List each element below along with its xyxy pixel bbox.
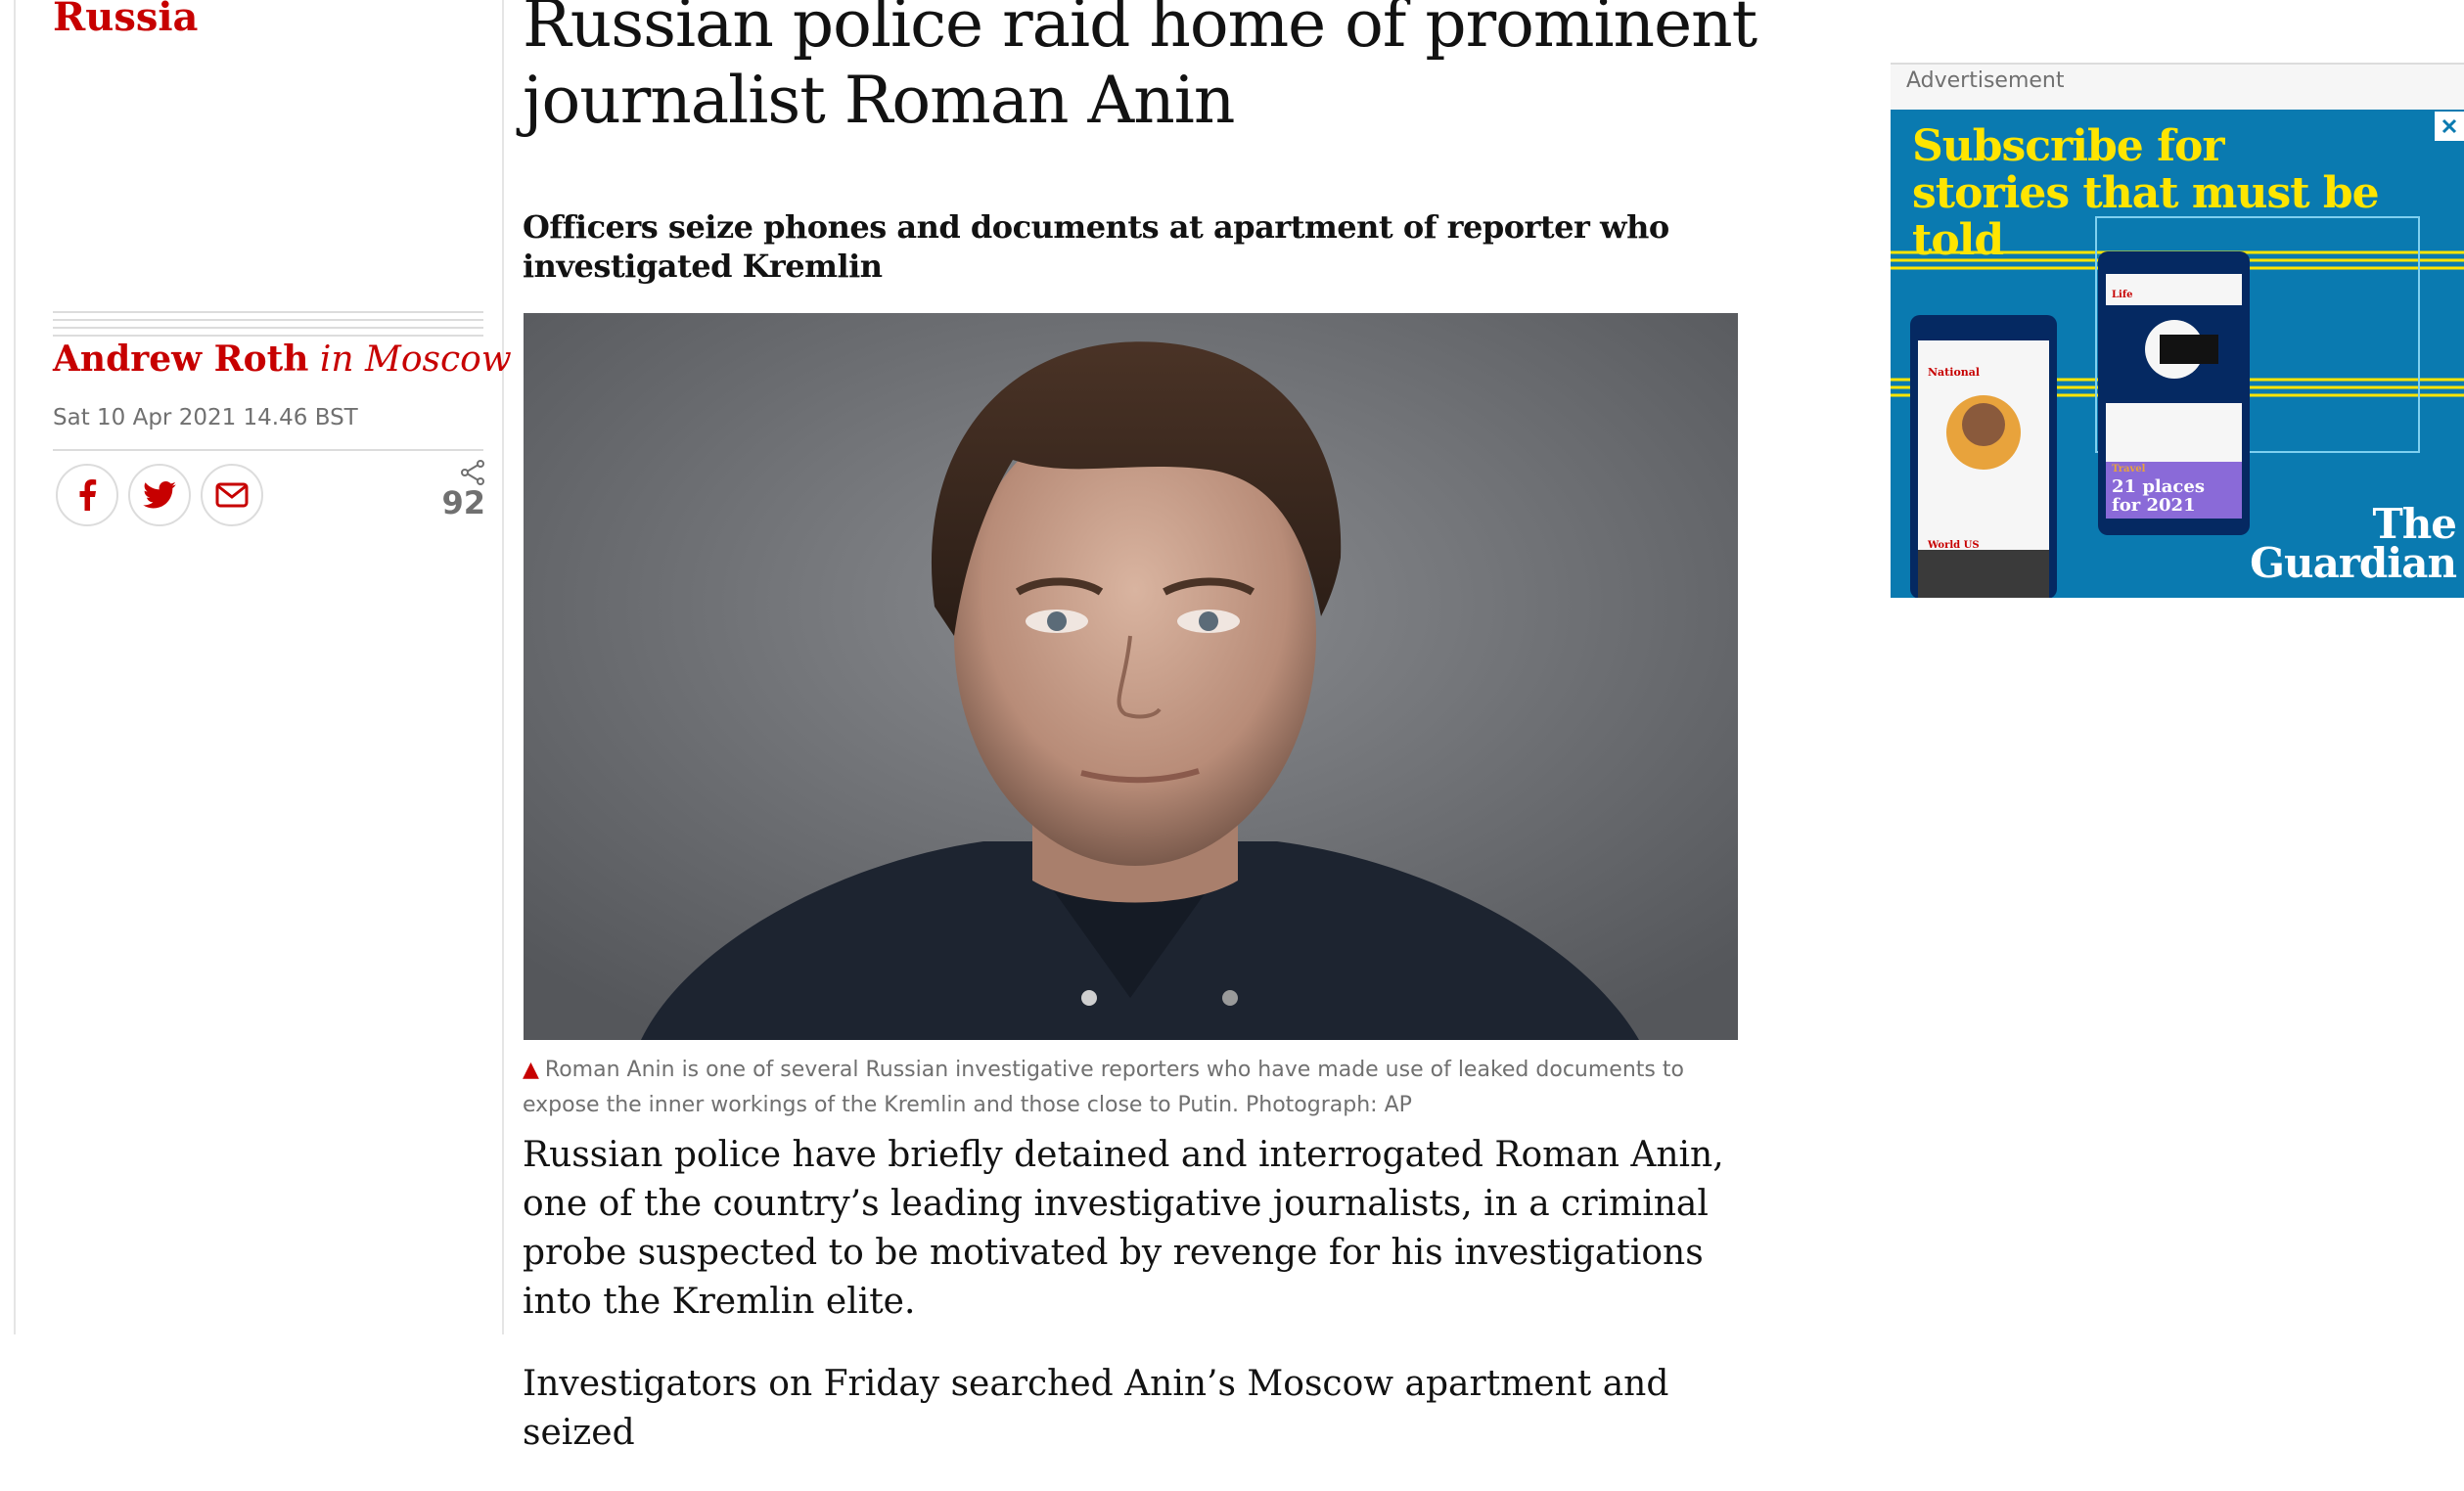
caption-text: Roman Anin is one of several Russian inv… [523,1058,1684,1117]
meta-divider [53,449,483,451]
ad-label: Advertisement [1906,68,2065,93]
ad-phone-left-section: National [1928,366,1981,379]
email-icon [215,482,249,508]
byline: Andrew Roth in Moscow [53,339,512,380]
share-icon [461,460,484,485]
page-divider-mid [502,0,504,1334]
guardian-logo: The Guardian [2250,500,2457,587]
body-paragraph: Investigators on Friday searched Anin’s … [523,1364,1669,1453]
article-standfirst: Officers seize phones and documents at a… [523,208,1669,285]
ad-phone-promo: 21 places for 2021 [2112,476,2205,516]
logo-line-1: The [2372,500,2457,548]
share-email-button[interactable] [201,464,263,526]
ad-close-button[interactable] [2435,112,2464,141]
portrait-image [524,313,1738,1040]
ad-phone-right-tag: Travel [2112,464,2146,474]
photo-caption: ▲ Roman Anin is one of several Russian in… [523,1053,1746,1123]
page-divider-left [14,0,16,1334]
advert-creative[interactable]: Subscribe for stories that must be told … [1891,110,2464,598]
ad-headline: Subscribe for stories that must be told [1912,121,2380,265]
logo-line-2: Guardian [2250,539,2457,587]
caption-triangle-icon: ▲ [523,1058,539,1082]
share-count[interactable]: 92 [427,460,485,520]
section-label[interactable]: Russia [53,0,198,40]
facebook-icon [79,479,97,511]
dateline: Sat 10 Apr 2021 14.46 BST [53,405,358,430]
article-body: Russian police have briefly detained and… [523,1131,1756,1491]
author-name[interactable]: Andrew Roth [53,339,308,380]
author-location: in Moscow [319,339,512,380]
share-count-number: 92 [441,484,485,521]
byline-rules [53,311,483,337]
article-headline: Russian police raid home of prominent jo… [523,0,1757,138]
ad-phone-right-section: Life [2112,290,2133,300]
body-paragraph: Russian police have briefly detained and… [523,1135,1724,1322]
share-twitter-button[interactable] [128,464,191,526]
ad-label-bar: Advertisement [1891,63,2464,110]
ad-phone-left-tag: World US [1928,540,1980,551]
share-facebook-button[interactable] [56,464,118,526]
twitter-icon [143,481,176,509]
hero-photo [524,313,1738,1040]
close-icon [2441,118,2457,134]
